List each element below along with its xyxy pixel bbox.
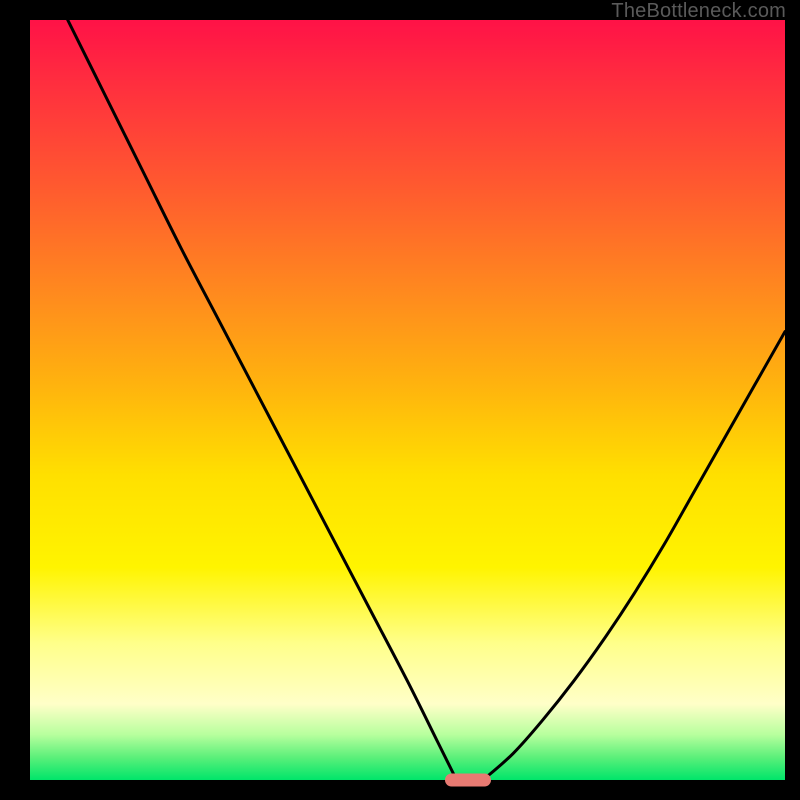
bottleneck-marker xyxy=(445,774,491,787)
curves-svg xyxy=(30,20,785,780)
left-curve xyxy=(68,20,457,780)
chart-container: TheBottleneck.com xyxy=(0,0,800,800)
right-curve xyxy=(483,332,785,780)
plot-area xyxy=(30,20,785,780)
